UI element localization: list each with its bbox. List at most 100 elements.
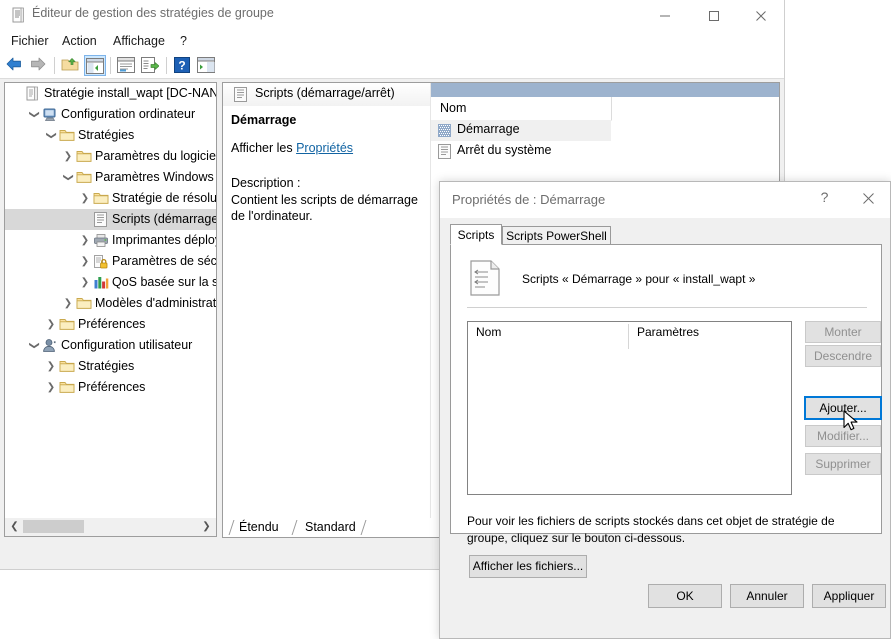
- monter-button[interactable]: Monter: [805, 321, 881, 343]
- folder-icon: [76, 167, 92, 188]
- chevron-right-icon[interactable]: ❯: [77, 251, 93, 272]
- menu-aide[interactable]: ?: [175, 32, 192, 50]
- tree-item-7[interactable]: ❯ Imprimantes déployé: [5, 230, 216, 251]
- startup-script-icon: [437, 123, 452, 141]
- svg-text:?: ?: [178, 59, 185, 73]
- minimize-button[interactable]: [644, 0, 689, 30]
- dialog-titlebar: Propriétés de : Démarrage ?: [440, 182, 890, 218]
- menu-action[interactable]: Action: [57, 32, 102, 50]
- tree-item-5[interactable]: ❯ Stratégie de résolutio: [5, 188, 216, 209]
- folder-icon: [59, 377, 75, 398]
- tree-item-label: Paramètres du logiciel: [95, 149, 217, 163]
- ajouter-button[interactable]: Ajouter...: [804, 396, 882, 420]
- listbox-column-nom-label: Nom: [476, 325, 502, 339]
- tree-item-label: Modèles d'administration: [95, 296, 217, 310]
- back-icon[interactable]: [4, 55, 26, 76]
- tree-item-label: Configuration utilisateur: [61, 338, 193, 352]
- tree-item-label: Paramètres Windows: [95, 170, 214, 184]
- close-button[interactable]: [740, 0, 785, 30]
- list-item-label: Arrêt du système: [457, 143, 552, 157]
- up-folder-icon[interactable]: [60, 55, 82, 76]
- menu-fichier[interactable]: Fichier: [6, 32, 54, 50]
- tree-item-9[interactable]: ❯ QoS basée sur la strat: [5, 272, 216, 293]
- dialog-tabstrip: Scripts Scripts PowerShell: [450, 224, 882, 245]
- scroll-right-arrow-icon[interactable]: ❯: [198, 518, 215, 535]
- policy-document-icon: [10, 7, 26, 23]
- listbox-column-parametres[interactable]: Paramètres: [629, 322, 791, 343]
- apply-button[interactable]: Appliquer: [812, 584, 886, 608]
- tree-item-10[interactable]: ❯ Modèles d'administration: [5, 293, 216, 314]
- chevron-right-icon[interactable]: ❯: [77, 188, 93, 209]
- export-list-icon[interactable]: [140, 55, 162, 76]
- tree-horizontal-scrollbar[interactable]: ❮ ❯: [4, 518, 217, 537]
- console-tree[interactable]: Stratégie install_wapt [DC-NANTES.❯Confi…: [4, 82, 217, 537]
- tree-item-label: Stratégies: [78, 128, 135, 142]
- chevron-right-icon[interactable]: ❯: [60, 146, 76, 167]
- tree-item-13[interactable]: ❯ Stratégies: [5, 356, 216, 377]
- listbox-column-nom[interactable]: Nom: [468, 322, 628, 343]
- tab-scripts[interactable]: Scripts: [450, 224, 502, 245]
- scripts-listbox[interactable]: Nom Paramètres: [467, 321, 792, 495]
- list-item-arret-systeme[interactable]: Arrêt du système: [431, 141, 611, 162]
- dialog-close-button[interactable]: [847, 182, 891, 212]
- tab-scripts-powershell[interactable]: Scripts PowerShell: [502, 226, 611, 245]
- forward-icon[interactable]: [28, 55, 50, 76]
- tree-item-6[interactable]: Scripts (démarrage/ar: [5, 209, 216, 230]
- afficher-les-fichiers-button[interactable]: Afficher les fichiers...: [469, 555, 587, 578]
- folder-icon: [59, 314, 75, 335]
- tree-item-0[interactable]: Stratégie install_wapt [DC-NANTES.: [5, 83, 216, 104]
- tree-item-8[interactable]: ❯ Paramètres de sécurit: [5, 251, 216, 272]
- tree-item-4[interactable]: ❯ Paramètres Windows: [5, 167, 216, 188]
- maximize-button[interactable]: [693, 0, 738, 30]
- chevron-right-icon[interactable]: ❯: [77, 230, 93, 251]
- tree-item-3[interactable]: ❯ Paramètres du logiciel: [5, 146, 216, 167]
- dialog-divider: [467, 307, 867, 308]
- startup-properties-dialog: Propriétés de : Démarrage ? Scripts Scri…: [439, 181, 891, 639]
- menubar: Fichier Action Affichage ?: [0, 30, 784, 52]
- script-page-icon: [470, 260, 500, 299]
- tree-item-label: Stratégie install_wapt [DC-NANTES.: [44, 86, 216, 100]
- tree-item-2[interactable]: ❯ Stratégies: [5, 125, 216, 146]
- shutdown-script-icon: [437, 144, 452, 162]
- chevron-right-icon[interactable]: ❯: [60, 293, 76, 314]
- scrollbar-thumb[interactable]: [23, 520, 84, 533]
- description-label: Description :: [231, 176, 301, 190]
- toolbar-separator-3: [166, 57, 167, 74]
- list-item-demarrage[interactable]: Démarrage: [431, 120, 611, 141]
- help-icon[interactable]: ?: [172, 55, 194, 76]
- tab-standard-label: Standard: [305, 520, 356, 534]
- scroll-left-arrow-icon[interactable]: ❮: [6, 518, 23, 535]
- folder-icon: [76, 146, 92, 167]
- folder-icon: [93, 188, 109, 209]
- tree-item-label: Stratégie de résolutio: [112, 191, 217, 205]
- computer-icon: [42, 104, 58, 125]
- list-item-label: Démarrage: [457, 122, 520, 136]
- tree-item-1[interactable]: ❯ Configuration ordinateur: [5, 104, 216, 125]
- policy-document-icon: [25, 83, 41, 104]
- show-pane-icon[interactable]: [196, 55, 218, 76]
- chevron-right-icon[interactable]: ❯: [43, 314, 59, 335]
- tree-item-label: Scripts (démarrage/ar: [112, 212, 216, 226]
- chevron-right-icon[interactable]: ❯: [43, 356, 59, 377]
- result-pane-title: Scripts (démarrage/arrêt): [255, 86, 395, 100]
- dialog-help-button[interactable]: ?: [802, 182, 847, 212]
- cancel-button[interactable]: Annuler: [730, 584, 804, 608]
- tree-item-12[interactable]: ❯ Configuration utilisateur: [5, 335, 216, 356]
- chevron-right-icon[interactable]: ❯: [77, 272, 93, 293]
- ok-button[interactable]: OK: [648, 584, 722, 608]
- modifier-button[interactable]: Modifier...: [805, 425, 881, 447]
- properties-icon[interactable]: [116, 55, 138, 76]
- chevron-right-icon[interactable]: ❯: [43, 377, 59, 398]
- supprimer-button[interactable]: Supprimer: [805, 453, 881, 475]
- tree-item-14[interactable]: ❯ Préférences: [5, 377, 216, 398]
- menu-affichage[interactable]: Affichage: [108, 32, 170, 50]
- show-hide-tree-icon[interactable]: [84, 55, 106, 76]
- show-properties-line: Afficher les Propriétés: [231, 141, 353, 155]
- tree-item-11[interactable]: ❯ Préférences: [5, 314, 216, 335]
- descendre-button[interactable]: Descendre: [805, 345, 881, 367]
- tree-item-label: QoS basée sur la strat: [112, 275, 216, 289]
- toolbar: ?: [0, 52, 784, 79]
- scripts-icon: [233, 87, 248, 105]
- listview-column-header-nom[interactable]: Nom: [431, 97, 612, 121]
- properties-link[interactable]: Propriétés: [296, 141, 353, 155]
